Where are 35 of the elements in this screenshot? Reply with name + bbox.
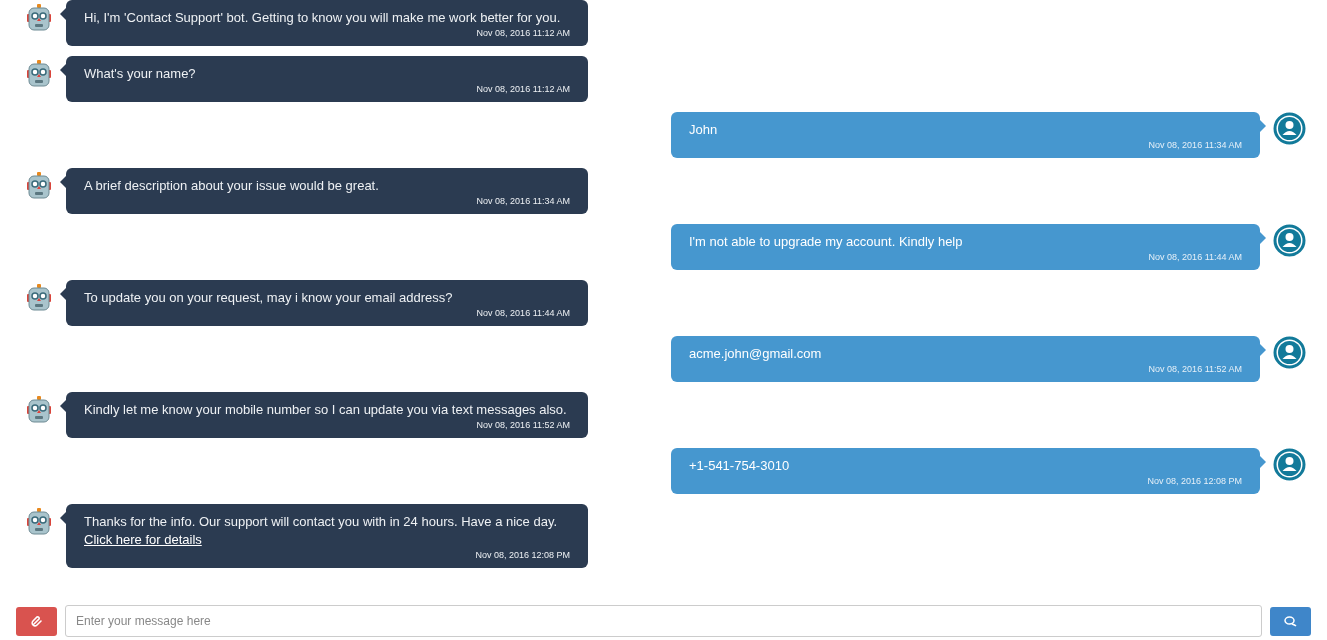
robot-icon	[27, 396, 51, 424]
robot-icon	[27, 284, 51, 312]
message-timestamp: Nov 08, 2016 11:34 AM	[476, 195, 570, 207]
message-timestamp: Nov 08, 2016 11:12 AM	[476, 27, 570, 39]
user-avatar-icon	[1273, 336, 1306, 369]
message-timestamp: Nov 08, 2016 11:12 AM	[476, 83, 570, 95]
robot-icon	[27, 60, 51, 88]
message-timestamp: Nov 08, 2016 11:44 AM	[476, 307, 570, 319]
message-timestamp: Nov 08, 2016 11:44 AM	[1148, 251, 1242, 263]
robot-icon	[27, 4, 51, 32]
details-link[interactable]: Click here for details	[84, 532, 202, 547]
message-timestamp: Nov 08, 2016 11:52 AM	[1148, 363, 1242, 375]
robot-icon	[27, 508, 51, 536]
message-timestamp: Nov 08, 2016 12:08 PM	[1147, 475, 1242, 487]
message-text: +1-541-754-3010	[689, 457, 791, 475]
paperclip-icon	[30, 615, 43, 627]
user-avatar-icon	[1273, 224, 1306, 257]
attach-button[interactable]	[16, 606, 57, 636]
message-text: John	[689, 121, 719, 139]
message-text: Thanks for the info. Our support will contact you with in 24 hours. Have a nice day.	[84, 513, 559, 531]
message-text: acme.john@gmail.com	[689, 345, 823, 363]
message-timestamp: Nov 08, 2016 11:52 AM	[476, 419, 570, 431]
message-text: I'm not able to upgrade my account. Kindly help	[689, 233, 964, 251]
send-button[interactable]	[1270, 606, 1311, 636]
robot-icon	[27, 172, 51, 200]
message-timestamp: Nov 08, 2016 11:34 AM	[1148, 139, 1242, 151]
message-text: To update you on your request, may i know your email address?	[84, 289, 454, 307]
message-text: Hi, I'm 'Contact Support' bot. Getting to know you will make me work better for you.	[84, 9, 562, 27]
message-text: Kindly let me know your mobile number so I can update you via text messages also.	[84, 401, 568, 419]
user-avatar-icon	[1273, 112, 1306, 145]
message-text: What's your name?	[84, 65, 197, 83]
message-timestamp: Nov 08, 2016 12:08 PM	[475, 549, 570, 561]
message-input-field[interactable]: Enter your message here	[65, 605, 1262, 637]
message-text: A brief description about your issue would be great.	[84, 177, 380, 195]
user-avatar-icon	[1273, 448, 1306, 481]
